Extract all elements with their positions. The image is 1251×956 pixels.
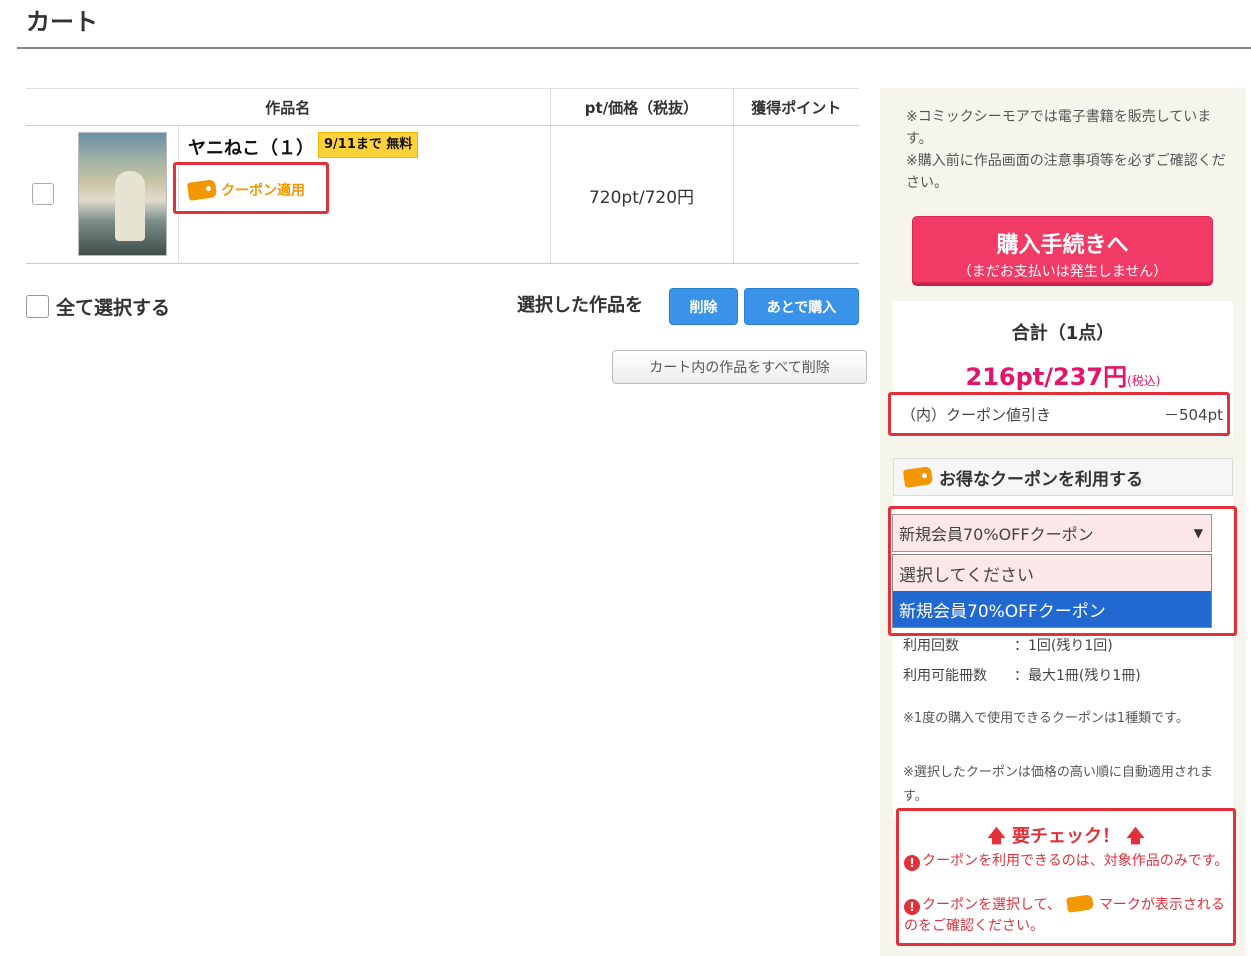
header-title: 作品名 [26, 88, 550, 126]
coupon-discount-label: （内）クーポン値引き [901, 405, 1052, 424]
coupon-ticket-icon [186, 179, 218, 201]
tax-label: (税込) [1127, 374, 1161, 388]
total-heading: 合計（1点） [1011, 323, 1115, 344]
coupon-note-1: ※1度の購入で使用できるクーポンは1種類です。 [903, 711, 1189, 726]
coupon-select[interactable]: 新規会員70%OFFクーポン ▼ [892, 514, 1212, 552]
coupon-select-value: 新規会員70%OFFクーポン [899, 525, 1094, 544]
item-checkbox[interactable] [32, 183, 54, 205]
coupon-discount-row: （内）クーポン値引き －504pt [888, 392, 1230, 436]
alert-icon: ! [904, 855, 920, 871]
title-divider [17, 47, 1251, 49]
usage-count-label: 利用回数 [903, 638, 959, 654]
buy-later-button[interactable]: あとで購入 [744, 288, 859, 325]
arrow-up-icon: 🡅 [1126, 826, 1145, 847]
total-price: 216pt/237円(税込) [893, 357, 1233, 392]
coupon-section-title: お得なクーポンを利用する [939, 469, 1143, 490]
coupon-option-selected[interactable]: 新規会員70%OFFクーポン [893, 591, 1211, 627]
delete-button[interactable]: 削除 [669, 288, 738, 325]
free-badge: 9/11まで 無料 [318, 132, 419, 158]
coupon-applied-tag: クーポン適用 [186, 179, 305, 201]
coupon-section-header: お得なクーポンを利用する [893, 458, 1233, 496]
price-cell: 720pt/720円 [549, 125, 734, 264]
table-row: ヤニねこ（１） 9/11まで 無料 クーポン適用 720pt/720円 [26, 125, 859, 264]
book-cover-image[interactable] [78, 132, 167, 256]
check-notice-line-1-text: クーポンを利用できるのは、対象作品のみです。 [922, 853, 1229, 869]
check-notice-line-2: ! クーポンを選択して、 マークが表示されるのをご確認ください。 [904, 894, 1229, 937]
usage-books-row: 利用可能冊数 ：最大1冊(残り1冊) [903, 665, 1141, 685]
page-title: カート [26, 8, 98, 36]
item-price: 720pt/720円 [588, 188, 695, 208]
checkout-button-sublabel: （まだお支払いは発生しません） [957, 262, 1168, 279]
table-header-row: 作品名 pt/価格（税抜） 獲得ポイント [26, 88, 859, 126]
coupon-note-2: ※選択したクーポンは価格の高い順に自動適用されます。 [903, 765, 1213, 804]
cart-table: 作品名 pt/価格（税抜） 獲得ポイント ヤニねこ（１） 9/11まで 無料 ク… [26, 88, 859, 264]
usage-count-value: ：1回(残り1回) [1014, 638, 1113, 654]
dropdown-arrow-icon: ▼ [1193, 526, 1203, 540]
total-price-value: 216pt/237円 [965, 363, 1128, 391]
coupon-ticket-icon [1065, 894, 1094, 913]
select-all[interactable]: 全て選択する [26, 293, 170, 320]
purchase-notice: ※コミックシーモアでは電子書籍を販売しています。 ※購入前に作品画面の注意事項等… [906, 109, 1226, 191]
header-price: pt/価格（税抜） [549, 88, 734, 126]
arrow-up-icon: 🡅 [987, 826, 1006, 847]
checkout-button[interactable]: 購入手続きへ （まだお支払いは発生しません） [912, 216, 1213, 283]
coupon-options-list: 選択してください 新規会員70%OFFクーポン [892, 554, 1212, 628]
check-notice-box: 🡅 要チェック！ 🡅 ! クーポンを利用できるのは、対象作品のみです。 ! クーポン… [896, 808, 1236, 946]
item-cell: ヤニねこ（１） 9/11まで 無料 クーポン適用 [26, 125, 550, 264]
points-cell [733, 125, 859, 264]
check-notice-line-1: ! クーポンを利用できるのは、対象作品のみです。 [904, 851, 1229, 872]
coupon-applied-label: クーポン適用 [221, 183, 305, 199]
usage-count-row: 利用回数 ：1回(残り1回) [903, 635, 1113, 655]
delete-all-button[interactable]: カート内の作品をすべて削除 [612, 350, 867, 384]
check-notice-title-text: 要チェック！ [1012, 826, 1120, 847]
coupon-ticket-icon [902, 466, 934, 488]
coupon-option[interactable]: 選択してください [893, 555, 1211, 591]
selected-items-label: 選択した作品を [517, 295, 643, 316]
select-all-checkbox[interactable] [26, 295, 49, 318]
check-notice-title: 🡅 要チェック！ 🡅 [899, 822, 1233, 854]
check-notice-line-2a: クーポンを選択して、 [922, 897, 1061, 913]
coupon-discount-value: －504pt [1163, 405, 1223, 424]
order-summary-panel: ※コミックシーモアでは電子書籍を販売しています。 ※購入前に作品画面の注意事項等… [880, 88, 1246, 956]
alert-icon: ! [904, 899, 920, 915]
header-points: 獲得ポイント [733, 88, 859, 126]
usage-books-value: ：最大1冊(残り1冊) [1014, 668, 1141, 684]
checkout-button-label: 購入手続きへ [996, 231, 1129, 257]
usage-books-label: 利用可能冊数 [903, 668, 987, 684]
select-all-label[interactable]: 全て選択する [56, 293, 170, 320]
coupon-applied-highlight: クーポン適用 [173, 162, 329, 214]
item-title-link[interactable]: ヤニねこ（１） [188, 134, 314, 160]
cover-figure [115, 171, 145, 241]
